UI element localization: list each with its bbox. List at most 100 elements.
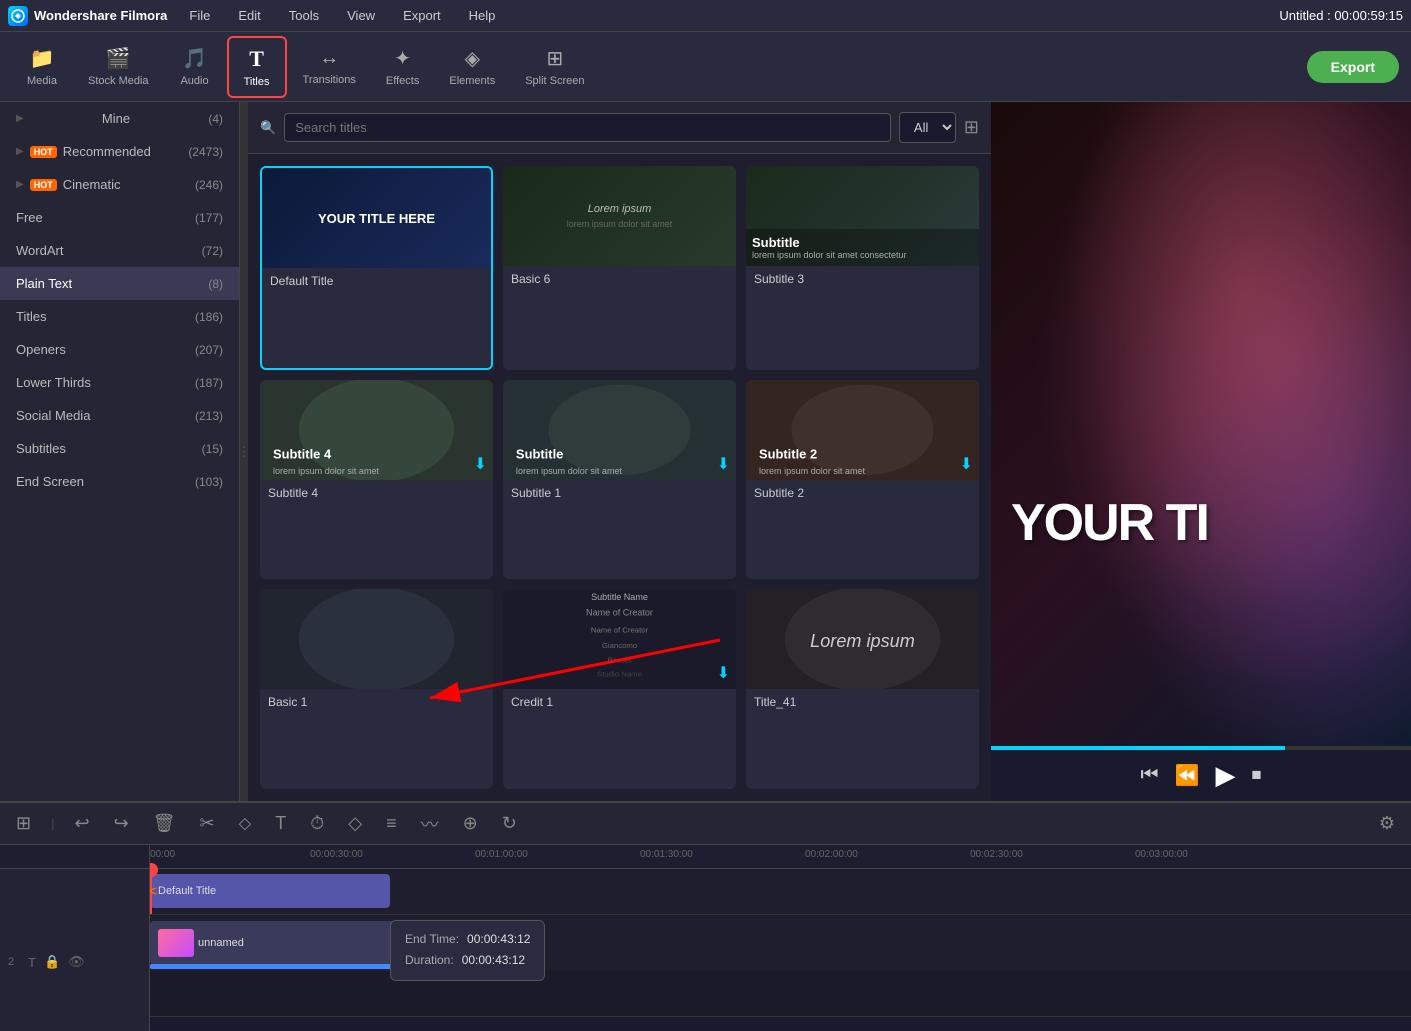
track2-lock[interactable]: 🔒	[44, 954, 60, 970]
track2-area[interactable]: ✂ Default Title	[150, 869, 1411, 914]
title-card-subtitle2[interactable]: Subtitle 2 lorem ipsum dolor sit amet ⬇ …	[746, 380, 979, 580]
tl-settings-icon[interactable]: ⚙	[1375, 809, 1399, 838]
tool-titles[interactable]: T Titles	[227, 36, 287, 98]
tl-delete-icon[interactable]: 🗑	[149, 809, 180, 838]
play-back-button[interactable]: ⏪	[1175, 763, 1200, 788]
menu-edit[interactable]: Edit	[232, 4, 266, 27]
track2-num: 2	[8, 956, 20, 968]
sidebar: ▶ Mine (4) ▶ HOT Recommended (2473) ▶ HO…	[0, 102, 240, 801]
svg-text:Name of Creator: Name of Creator	[586, 608, 653, 618]
sidebar-item-lowerthirds[interactable]: Lower Thirds (187)	[0, 366, 239, 399]
title-card-subtitle3[interactable]: Subtitle lorem ipsum dolor sit amet cons…	[746, 166, 979, 370]
search-input[interactable]	[284, 113, 891, 142]
tl-clock-icon[interactable]: ⏱	[306, 809, 328, 838]
timeline-ruler: 00:00 00:00:30:00 00:01:00:00 00:01:30:0…	[150, 845, 1411, 869]
tool-split-screen-label: Split Screen	[525, 75, 584, 87]
sidebar-item-cinematic[interactable]: ▶ HOT Cinematic (246)	[0, 168, 239, 201]
tl-redo-icon[interactable]: ↪	[110, 809, 133, 838]
title-card-subtitle4[interactable]: Subtitle 4 lorem ipsum dolor sit amet ⬇ …	[260, 380, 493, 580]
sidebar-item-endscreen[interactable]: End Screen (103)	[0, 465, 239, 498]
grid-view-icon[interactable]: ⊞	[964, 117, 979, 138]
title41-label: Title_41	[746, 689, 979, 715]
menu-tools[interactable]: Tools	[283, 4, 325, 27]
main-area: ▶ Mine (4) ▶ HOT Recommended (2473) ▶ HO…	[0, 102, 1411, 801]
tool-audio[interactable]: 🎵 Audio	[165, 38, 225, 95]
export-button[interactable]: Export	[1307, 51, 1399, 83]
sidebar-titles-count: (186)	[195, 310, 223, 324]
sidebar-item-free[interactable]: Free (177)	[0, 201, 239, 234]
track1-area[interactable]: unnamed End Time: 00:00:43:12 Duration: …	[150, 915, 1411, 971]
tool-transitions[interactable]: ↔ Transitions	[289, 39, 370, 94]
sidebar-plaintext-label: Plain Text	[16, 276, 72, 291]
title-card-title41[interactable]: Lorem ipsum Title_41	[746, 589, 979, 789]
sidebar-free-count: (177)	[195, 211, 223, 225]
search-icon: 🔍	[260, 120, 276, 136]
tl-grid-icon[interactable]: ⊞	[12, 809, 35, 838]
sidebar-item-socialmedia[interactable]: Social Media (213)	[0, 399, 239, 432]
svg-text:Name of Creator: Name of Creator	[591, 626, 649, 635]
tool-media[interactable]: 📁 Media	[12, 38, 72, 95]
tl-undo-icon[interactable]: ↩	[70, 809, 93, 838]
hot-badge-cinematic: HOT	[30, 179, 57, 191]
tool-effects[interactable]: ✦ Effects	[372, 38, 433, 95]
tool-elements[interactable]: ◈ Elements	[435, 38, 509, 95]
tool-stock-media[interactable]: 🎬 Stock Media	[74, 38, 163, 95]
tool-titles-label: Titles	[244, 76, 270, 88]
menu-file[interactable]: File	[183, 4, 216, 27]
title-card-credit1[interactable]: Subtitle Name Name of Creator Name of Cr…	[503, 589, 736, 789]
sidebar-item-titles[interactable]: Titles (186)	[0, 300, 239, 333]
subtitle2-label: Subtitle 2	[746, 480, 979, 506]
menu-export[interactable]: Export	[397, 4, 447, 27]
title-card-basic6[interactable]: Lorem ipsum lorem ipsum dolor sit amet B…	[503, 166, 736, 370]
tl-snap-icon[interactable]: ⊕	[459, 809, 482, 838]
download-icon-s4: ⬇	[474, 454, 487, 474]
toolbar: 📁 Media 🎬 Stock Media 🎵 Audio T Titles ↔…	[0, 32, 1411, 102]
track2-eye[interactable]: 👁	[68, 954, 85, 970]
audio-track-area[interactable]	[150, 971, 1411, 1016]
tooltip-endtime-value: 00:00:43:12	[467, 929, 530, 951]
tl-cut-icon[interactable]: ✂	[196, 809, 219, 838]
tool-stock-label: Stock Media	[88, 75, 149, 87]
title-clip[interactable]: Default Title	[150, 874, 390, 908]
menu-view[interactable]: View	[341, 4, 381, 27]
menu-help[interactable]: Help	[463, 4, 502, 27]
play-button[interactable]: ▶	[1215, 760, 1235, 791]
sidebar-item-recommended[interactable]: ▶ HOT Recommended (2473)	[0, 135, 239, 168]
bg-gradient	[991, 102, 1411, 746]
preview-video: YOUR TI	[991, 102, 1411, 746]
step-back-button[interactable]: ⏮	[1141, 764, 1159, 787]
filter-select[interactable]: All	[899, 112, 956, 143]
subtitle3-sub: lorem ipsum dolor sit amet consectetur	[752, 250, 973, 260]
svg-text:lorem ipsum dolor sit amet: lorem ipsum dolor sit amet	[273, 466, 380, 476]
app-name: Wondershare Filmora	[34, 8, 167, 23]
title-card-subtitle1[interactable]: Subtitle lorem ipsum dolor sit amet ⬇ Su…	[503, 380, 736, 580]
credit1-label: Credit 1	[503, 689, 736, 715]
basic6-text: Lorem ipsum	[567, 203, 673, 215]
tl-adjust-icon[interactable]: ≡	[382, 809, 401, 838]
ruler-mark-2m30s: 00:02:30:00	[970, 849, 1023, 860]
subtitle3-label: Subtitle 3	[746, 266, 979, 292]
title-card-basic1[interactable]: Basic 1	[260, 589, 493, 789]
tl-rotate-icon[interactable]: ↻	[498, 809, 521, 838]
sidebar-socialmedia-count: (213)	[195, 409, 223, 423]
preview-panel: YOUR TI ⏮ ⏪ ▶ ⏹	[991, 102, 1411, 801]
tooltip-duration-label: Duration:	[405, 950, 454, 972]
sidebar-divider[interactable]: ⋮	[240, 102, 248, 801]
tool-elements-label: Elements	[449, 75, 495, 87]
sidebar-item-plaintext[interactable]: Plain Text (8)	[0, 267, 239, 300]
tool-split-screen[interactable]: ⊞ Split Screen	[511, 38, 598, 95]
sidebar-mine-count: (4)	[208, 112, 223, 126]
sidebar-item-openers[interactable]: Openers (207)	[0, 333, 239, 366]
svg-text:Lorem ipsum: Lorem ipsum	[810, 631, 915, 651]
title-card-default[interactable]: YOUR TITLE HERE Default Title	[260, 166, 493, 370]
tl-paint-icon[interactable]: ◇	[344, 809, 366, 838]
project-title: Untitled : 00:00:59:15	[1279, 8, 1403, 23]
sidebar-item-wordart[interactable]: WordArt (72)	[0, 234, 239, 267]
sidebar-item-mine[interactable]: ▶ Mine (4)	[0, 102, 239, 135]
basic6-sub: lorem ipsum dolor sit amet	[567, 219, 673, 229]
sidebar-item-subtitles[interactable]: Subtitles (15)	[0, 432, 239, 465]
stop-button[interactable]: ⏹	[1251, 764, 1261, 787]
tl-wave-icon[interactable]: 〰	[417, 807, 443, 841]
tl-select-icon[interactable]: ⬦	[235, 809, 256, 838]
tl-text-icon[interactable]: T	[271, 809, 290, 838]
